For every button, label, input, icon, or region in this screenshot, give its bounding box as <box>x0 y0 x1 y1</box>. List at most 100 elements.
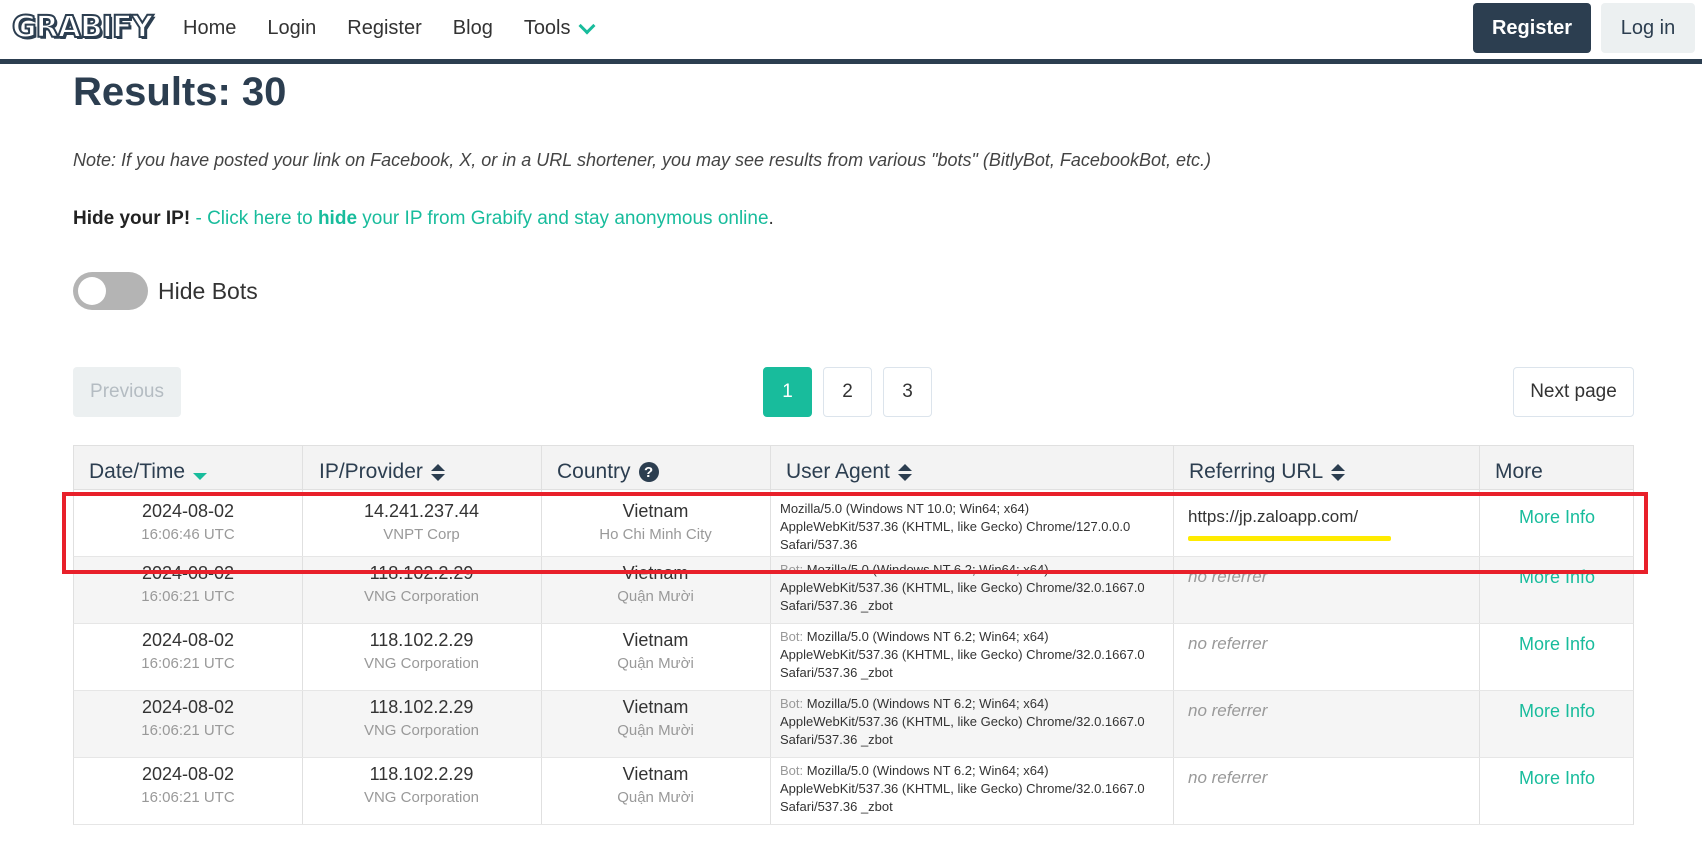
ip-value: 118.102.2.29 <box>369 563 474 583</box>
hide-ip-line: Hide your IP! - Click here to hide your … <box>73 208 774 230</box>
th-datetime[interactable]: Date/Time <box>89 460 208 484</box>
th-ip-label: IP/Provider <box>319 460 423 483</box>
nav-home[interactable]: Home <box>183 17 236 40</box>
hide-ip-link-pre: Click here to <box>207 208 318 229</box>
date-value: 2024-08-02 <box>141 630 235 650</box>
nav-links: Home Login Register Blog Tools <box>183 17 624 40</box>
hide-bots-toggle[interactable] <box>73 272 148 310</box>
sort-desc-icon <box>193 472 208 480</box>
cell-useragent: Mozilla/5.0 (Windows NT 10.0; Win64; x64… <box>780 500 1150 554</box>
bots-note: Note: If you have posted your link on Fa… <box>73 150 1211 170</box>
th-ip[interactable]: IP/Provider <box>319 460 445 484</box>
country-value: Vietnam <box>622 630 689 650</box>
page-1-button[interactable]: 1 <box>763 367 812 417</box>
time-value: 16:06:46 UTC <box>141 526 235 543</box>
register-button[interactable]: Register <box>1473 3 1591 53</box>
bot-prefix: Bot: <box>780 562 807 577</box>
more-info-link[interactable]: More Info <box>1519 768 1595 789</box>
cell-datetime: 2024-08-02 16:06:46 UTC <box>74 501 302 543</box>
date-value: 2024-08-02 <box>141 764 235 784</box>
date-value: 2024-08-02 <box>141 501 235 521</box>
sort-icon <box>1331 463 1346 481</box>
nav-login[interactable]: Login <box>267 17 316 40</box>
previous-button[interactable]: Previous <box>73 367 181 417</box>
th-more: More <box>1495 460 1543 484</box>
provider-value: VNG Corporation <box>363 722 480 739</box>
useragent-value: Mozilla/5.0 (Windows NT 6.2; Win64; x64)… <box>780 763 1145 814</box>
pagination: 1 2 3 <box>763 367 932 417</box>
date-value: 2024-08-02 <box>141 563 235 583</box>
question-icon[interactable]: ? <box>638 462 659 482</box>
provider-value: VNG Corporation <box>363 655 480 672</box>
more-info-link[interactable]: More Info <box>1519 507 1595 528</box>
time-value: 16:06:21 UTC <box>141 588 235 605</box>
navbar: GRABIFY Home Login Register Blog Tools R… <box>0 0 1702 64</box>
table-header: Date/Time IP/Provider Country ? User Age… <box>73 445 1634 490</box>
grabify-logo[interactable]: GRABIFY <box>11 9 154 46</box>
th-more-label: More <box>1495 460 1543 483</box>
results-table: Date/Time IP/Provider Country ? User Age… <box>73 445 1634 825</box>
city-value: Quận Mười <box>617 789 694 806</box>
nav-blog[interactable]: Blog <box>453 17 493 40</box>
next-page-button[interactable]: Next page <box>1513 367 1634 417</box>
table-row: 2024-08-02 16:06:46 UTC 14.241.237.44 VN… <box>73 490 1634 557</box>
cell-country: Vietnam Quận Mười <box>541 563 770 605</box>
cell-ip: 118.102.2.29 VNG Corporation <box>302 563 541 605</box>
cell-country: Vietnam Ho Chi Minh City <box>541 501 770 543</box>
cell-datetime: 2024-08-02 16:06:21 UTC <box>74 630 302 672</box>
th-referrer[interactable]: Referring URL <box>1189 460 1346 484</box>
nav-register[interactable]: Register <box>347 17 421 40</box>
table-row: 2024-08-02 16:06:21 UTC 118.102.2.29 VNG… <box>73 758 1634 825</box>
page-3-button[interactable]: 3 <box>883 367 932 417</box>
sort-icon <box>897 463 912 481</box>
cell-ip: 118.102.2.29 VNG Corporation <box>302 630 541 672</box>
cell-datetime: 2024-08-02 16:06:21 UTC <box>74 563 302 605</box>
country-value: Vietnam <box>622 697 689 717</box>
cell-country: Vietnam Quận Mười <box>541 764 770 806</box>
cell-datetime: 2024-08-02 16:06:21 UTC <box>74 697 302 739</box>
hide-ip-link-bold: hide <box>317 208 358 229</box>
cell-useragent: Bot: Mozilla/5.0 (Windows NT 6.2; Win64;… <box>780 762 1150 816</box>
chevron-down-icon <box>578 17 596 34</box>
cell-useragent: Bot: Mozilla/5.0 (Windows NT 6.2; Win64;… <box>780 695 1150 749</box>
th-referrer-label: Referring URL <box>1189 460 1324 483</box>
th-useragent[interactable]: User Agent <box>786 460 912 484</box>
hide-ip-dash: - <box>190 208 208 229</box>
date-value: 2024-08-02 <box>141 697 235 717</box>
time-value: 16:06:21 UTC <box>141 655 235 672</box>
table-row: 2024-08-02 16:06:21 UTC 118.102.2.29 VNG… <box>73 691 1634 758</box>
city-value: Ho Chi Minh City <box>599 526 712 543</box>
th-useragent-label: User Agent <box>786 460 890 483</box>
hide-ip-bold: Hide your IP! <box>73 208 191 229</box>
cell-useragent: Bot: Mozilla/5.0 (Windows NT 6.2; Win64;… <box>780 628 1150 682</box>
bot-prefix: Bot: <box>780 629 807 644</box>
page-2-button[interactable]: 2 <box>823 367 872 417</box>
login-button[interactable]: Log in <box>1601 3 1695 53</box>
th-country-label: Country <box>557 460 631 483</box>
ip-value: 14.241.237.44 <box>363 501 480 521</box>
country-value: Vietnam <box>622 501 689 521</box>
cell-datetime: 2024-08-02 16:06:21 UTC <box>74 764 302 806</box>
table-row: 2024-08-02 16:06:21 UTC 118.102.2.29 VNG… <box>73 557 1634 624</box>
referrer-value: no referrer <box>1188 634 1268 653</box>
table-row: 2024-08-02 16:06:21 UTC 118.102.2.29 VNG… <box>73 624 1634 691</box>
cell-ip: 118.102.2.29 VNG Corporation <box>302 764 541 806</box>
referrer-value: no referrer <box>1188 567 1268 586</box>
provider-value: VNG Corporation <box>363 588 480 605</box>
referrer-value: no referrer <box>1188 701 1268 720</box>
more-info-link[interactable]: More Info <box>1519 634 1595 655</box>
city-value: Quận Mười <box>617 722 694 739</box>
hide-bots-label: Hide Bots <box>158 278 258 304</box>
time-value: 16:06:21 UTC <box>141 722 235 739</box>
useragent-value: Mozilla/5.0 (Windows NT 6.2; Win64; x64)… <box>780 696 1145 747</box>
cell-ip: 14.241.237.44 VNPT Corp <box>302 501 541 543</box>
more-info-link[interactable]: More Info <box>1519 701 1595 722</box>
country-value: Vietnam <box>622 764 689 784</box>
referrer-value: no referrer <box>1188 768 1268 787</box>
hide-ip-link[interactable]: Click here to hide your IP from Grabify … <box>207 208 768 229</box>
ip-value: 118.102.2.29 <box>369 764 474 784</box>
cell-country: Vietnam Quận Mười <box>541 697 770 739</box>
more-info-link[interactable]: More Info <box>1519 567 1595 588</box>
nav-tools[interactable]: Tools <box>524 17 596 40</box>
city-value: Quận Mười <box>617 588 694 605</box>
